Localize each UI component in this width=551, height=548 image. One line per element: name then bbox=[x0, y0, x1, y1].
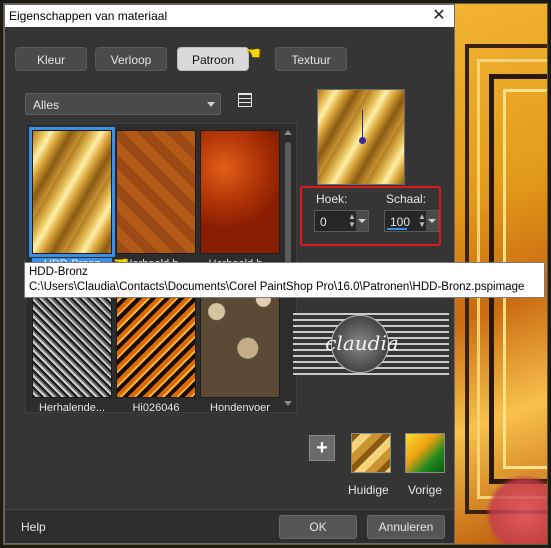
pattern-item[interactable]: Herhaald h... bbox=[200, 130, 280, 270]
previous-swatch-label: Vorige bbox=[408, 483, 443, 497]
pattern-thumbnail bbox=[200, 130, 280, 254]
cancel-button[interactable]: Annuleren bbox=[367, 515, 445, 539]
pattern-item[interactable]: HDD-Bronz bbox=[32, 130, 112, 270]
pattern-label: Herhalende... bbox=[38, 402, 106, 413]
pattern-tooltip: HDD-Bronz C:\Users\Claudia\Contacts\Docu… bbox=[24, 262, 545, 298]
dropdown-icon[interactable] bbox=[356, 211, 368, 231]
tooltip-pattern-path: C:\Users\Claudia\Contacts\Documents\Core… bbox=[29, 281, 525, 293]
window-title: Eigenschappen van materiaal bbox=[9, 9, 168, 23]
current-swatch-label: Huidige bbox=[348, 483, 389, 497]
dropdown-icon[interactable] bbox=[426, 211, 438, 231]
watermark-text: claudia bbox=[325, 331, 399, 355]
pattern-preview[interactable] bbox=[317, 89, 405, 185]
options-list-icon[interactable] bbox=[238, 93, 252, 107]
close-icon[interactable]: ✕ bbox=[430, 7, 448, 25]
help-link[interactable]: Help bbox=[21, 520, 46, 534]
tooltip-pattern-name: HDD-Bronz bbox=[29, 266, 88, 278]
stepper-arrows-icon[interactable]: ▲ ▼ bbox=[348, 213, 356, 229]
category-select-value: Alles bbox=[33, 98, 60, 112]
scale-stepper[interactable]: 100 ▲ ▼ bbox=[384, 210, 439, 232]
add-swatch-button[interactable]: + bbox=[309, 435, 335, 461]
pattern-thumbnail bbox=[32, 130, 112, 254]
scale-label: Schaal: bbox=[386, 192, 427, 206]
title-bar: Eigenschappen van materiaal ✕ bbox=[5, 5, 454, 27]
angle-handle-dot[interactable] bbox=[359, 137, 366, 144]
hand-pointer-icon: ☚ bbox=[245, 43, 262, 63]
angle-label: Hoek: bbox=[316, 192, 348, 206]
scale-value: 100 bbox=[390, 215, 411, 229]
tab-verloop[interactable]: Verloop bbox=[95, 47, 167, 71]
dialog-footer: Help OK Annuleren bbox=[5, 509, 454, 543]
scroll-down-icon[interactable] bbox=[284, 401, 292, 406]
angle-stepper[interactable]: 0 ▲ ▼ bbox=[314, 210, 369, 232]
tab-textuur[interactable]: Textuur bbox=[275, 47, 347, 71]
tab-patroon[interactable]: Patroon bbox=[177, 47, 249, 71]
scale-slider-fill bbox=[387, 228, 407, 230]
pattern-label: Hondenvoer bbox=[210, 402, 270, 413]
angle-value: 0 bbox=[320, 215, 327, 229]
angle-scale-group: Hoek: Schaal: 0 ▲ ▼ 100 ▲ ▼ bbox=[300, 186, 441, 246]
tab-kleur[interactable]: Kleur bbox=[15, 47, 87, 71]
stepper-arrows-icon[interactable]: ▲ ▼ bbox=[418, 213, 426, 229]
category-select[interactable]: Alles bbox=[25, 93, 221, 115]
previous-swatch[interactable] bbox=[405, 433, 445, 473]
scroll-up-icon[interactable] bbox=[284, 130, 292, 135]
ok-button[interactable]: OK bbox=[279, 515, 357, 539]
angle-handle-line bbox=[362, 110, 363, 140]
current-swatch[interactable] bbox=[351, 433, 391, 473]
pattern-item[interactable]: Herhaald h... bbox=[116, 130, 196, 270]
pattern-thumbnail bbox=[116, 130, 196, 254]
chevron-down-icon bbox=[207, 102, 215, 107]
watermark-logo: claudia bbox=[293, 313, 449, 375]
pattern-label: Hi026046 bbox=[132, 402, 180, 413]
